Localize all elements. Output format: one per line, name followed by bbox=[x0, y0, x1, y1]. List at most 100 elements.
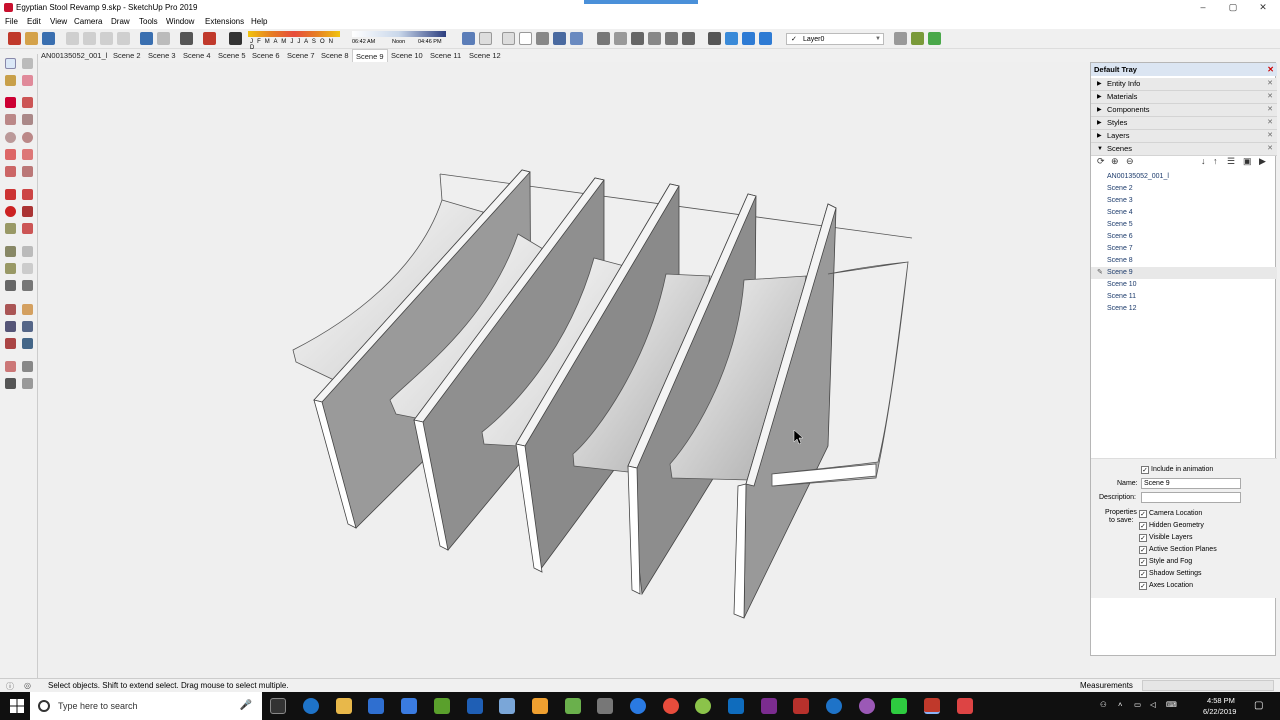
microphone-icon[interactable]: 🎤 bbox=[240, 700, 252, 711]
scene-list-item[interactable]: Scene 10 bbox=[1091, 279, 1277, 291]
scene-list-item[interactable]: Scene 2 bbox=[1091, 183, 1277, 195]
panel-close-icon[interactable]: ✕ bbox=[1267, 104, 1273, 116]
task-view-icon[interactable] bbox=[270, 698, 286, 714]
open-folder-icon[interactable] bbox=[25, 32, 38, 45]
follow-me-icon[interactable] bbox=[22, 206, 33, 217]
save-icon[interactable] bbox=[42, 32, 55, 45]
scene-list-item[interactable]: Scene 5 bbox=[1091, 219, 1277, 231]
eraser-icon[interactable] bbox=[22, 75, 33, 86]
freehand-icon[interactable] bbox=[22, 97, 33, 108]
volume-icon[interactable]: ◁ bbox=[1150, 700, 1156, 709]
access-icon[interactable] bbox=[793, 698, 809, 714]
menu-tools[interactable]: Tools bbox=[139, 17, 158, 26]
file-explorer-icon[interactable] bbox=[336, 698, 352, 714]
menu-extensions[interactable]: Extensions bbox=[205, 17, 244, 26]
text-icon[interactable] bbox=[22, 263, 33, 274]
panel-entity-info[interactable]: ▶ Entity Info ✕ bbox=[1091, 78, 1277, 91]
move-scene-down-icon[interactable]: ↓ bbox=[1201, 156, 1206, 166]
menu-draw[interactable]: Draw bbox=[111, 17, 130, 26]
store-icon[interactable] bbox=[368, 698, 384, 714]
scene-tab-2[interactable]: Scene 2 bbox=[110, 49, 144, 62]
recorder-icon[interactable] bbox=[957, 698, 973, 714]
textured-style-icon[interactable] bbox=[570, 32, 583, 45]
protractor-icon[interactable] bbox=[5, 263, 16, 274]
scene-list-item[interactable]: Scene 8 bbox=[1091, 255, 1277, 267]
minimize-button[interactable]: – bbox=[1188, 1, 1218, 13]
tray-close-icon[interactable]: ✕ bbox=[1267, 63, 1274, 76]
house-icon[interactable] bbox=[631, 32, 644, 45]
maximize-button[interactable]: ▢ bbox=[1218, 1, 1248, 13]
erase-icon[interactable] bbox=[117, 32, 130, 45]
ruby-console-icon[interactable] bbox=[911, 32, 924, 45]
move-icon[interactable] bbox=[5, 189, 16, 200]
panel-close-icon[interactable]: ✕ bbox=[1267, 130, 1273, 142]
panel-styles[interactable]: ▶ Styles ✕ bbox=[1091, 117, 1277, 130]
scene-tab-3[interactable]: Scene 3 bbox=[145, 49, 179, 62]
scene-list-item[interactable]: Scene 7 bbox=[1091, 243, 1277, 255]
redo-icon[interactable] bbox=[157, 32, 170, 45]
scene-description-input[interactable] bbox=[1141, 492, 1241, 503]
layer-manager-icon[interactable] bbox=[894, 32, 907, 45]
clock-date[interactable]: 6/22/2019 bbox=[1203, 707, 1236, 716]
tape-measure-icon[interactable] bbox=[5, 246, 16, 257]
internet-explorer-icon[interactable] bbox=[826, 698, 842, 714]
3d-text-icon[interactable] bbox=[22, 280, 33, 291]
credits-icon[interactable]: ◎ bbox=[24, 681, 31, 690]
scene-tab-9-active[interactable]: Scene 9 bbox=[352, 49, 388, 62]
section-cut-icon[interactable] bbox=[759, 32, 772, 45]
axes-tool-icon[interactable] bbox=[5, 280, 16, 291]
panel-close-icon[interactable]: ✕ bbox=[1267, 78, 1273, 90]
undo-icon[interactable] bbox=[140, 32, 153, 45]
move-scene-up-icon[interactable]: ↑ bbox=[1213, 156, 1218, 166]
sticky-notes-icon[interactable] bbox=[532, 698, 548, 714]
sketchup-taskbar-icon[interactable] bbox=[924, 698, 940, 714]
axes-location-checkbox[interactable]: ✓ bbox=[1139, 582, 1147, 590]
top-view-icon[interactable] bbox=[479, 32, 492, 45]
onedrive-icon[interactable] bbox=[467, 698, 483, 714]
new-file-icon[interactable] bbox=[8, 32, 21, 45]
snipping-tool-icon[interactable] bbox=[597, 698, 613, 714]
menu-window[interactable]: Window bbox=[166, 17, 194, 26]
scene-tab-6[interactable]: Scene 6 bbox=[249, 49, 283, 62]
menu-camera[interactable]: Camera bbox=[74, 17, 102, 26]
taskbar-search[interactable]: Type here to search 🎤 bbox=[30, 692, 262, 720]
warehouse-icon[interactable] bbox=[597, 32, 610, 45]
scene-list-item[interactable]: Scene 6 bbox=[1091, 231, 1277, 243]
rotated-rectangle-icon[interactable] bbox=[22, 114, 33, 125]
thumbnails-icon[interactable]: ▣ bbox=[1243, 156, 1252, 167]
line-pencil-icon[interactable] bbox=[5, 97, 16, 108]
pan-hand-icon[interactable] bbox=[22, 304, 33, 315]
scene-list-item-selected[interactable]: ✎ Scene 9 bbox=[1091, 267, 1277, 279]
shadows-toggle-icon[interactable] bbox=[229, 32, 242, 45]
zoom-icon[interactable] bbox=[5, 321, 16, 332]
shadow-time-slider[interactable]: 06:42 AM Noon 04:46 PM bbox=[352, 31, 446, 46]
show-details-icon[interactable]: ▶ bbox=[1259, 156, 1266, 167]
components-icon[interactable] bbox=[614, 32, 627, 45]
select-arrow-icon[interactable] bbox=[5, 58, 16, 69]
scene-list-item[interactable]: Scene 4 bbox=[1091, 207, 1277, 219]
hidden-geometry-checkbox[interactable]: ✓ bbox=[1139, 522, 1147, 530]
paint-bucket-icon[interactable] bbox=[5, 75, 16, 86]
scene-name-input[interactable]: Scene 9 bbox=[1141, 478, 1241, 489]
section-plane-icon[interactable] bbox=[725, 32, 738, 45]
scene-list-item[interactable]: AN00135052_001_l bbox=[1091, 171, 1277, 183]
circle-icon[interactable] bbox=[5, 132, 16, 143]
network-icon[interactable]: ▭ bbox=[1134, 700, 1141, 709]
scene-tab-8[interactable]: Scene 8 bbox=[318, 49, 352, 62]
arc-icon[interactable] bbox=[5, 149, 16, 160]
panel-close-icon[interactable]: ✕ bbox=[1267, 117, 1273, 129]
download-icon[interactable] bbox=[434, 698, 450, 714]
shadow-settings-checkbox[interactable]: ✓ bbox=[1139, 570, 1147, 578]
menu-help[interactable]: Help bbox=[251, 17, 267, 26]
walk-icon[interactable] bbox=[5, 378, 16, 389]
panel-components[interactable]: ▶ Components ✕ bbox=[1091, 104, 1277, 117]
extension-warehouse-icon[interactable] bbox=[928, 32, 941, 45]
notepad-icon[interactable] bbox=[499, 698, 515, 714]
layer-dropdown[interactable]: ✓ Layer0 ▼ bbox=[786, 33, 884, 45]
style-and-fog-checkbox[interactable]: ✓ bbox=[1139, 558, 1147, 566]
shaded-style-icon[interactable] bbox=[553, 32, 566, 45]
camera-location-checkbox[interactable]: ✓ bbox=[1139, 510, 1147, 518]
axes-icon[interactable] bbox=[708, 32, 721, 45]
itunes-icon[interactable] bbox=[859, 698, 875, 714]
menu-edit[interactable]: Edit bbox=[27, 17, 41, 26]
